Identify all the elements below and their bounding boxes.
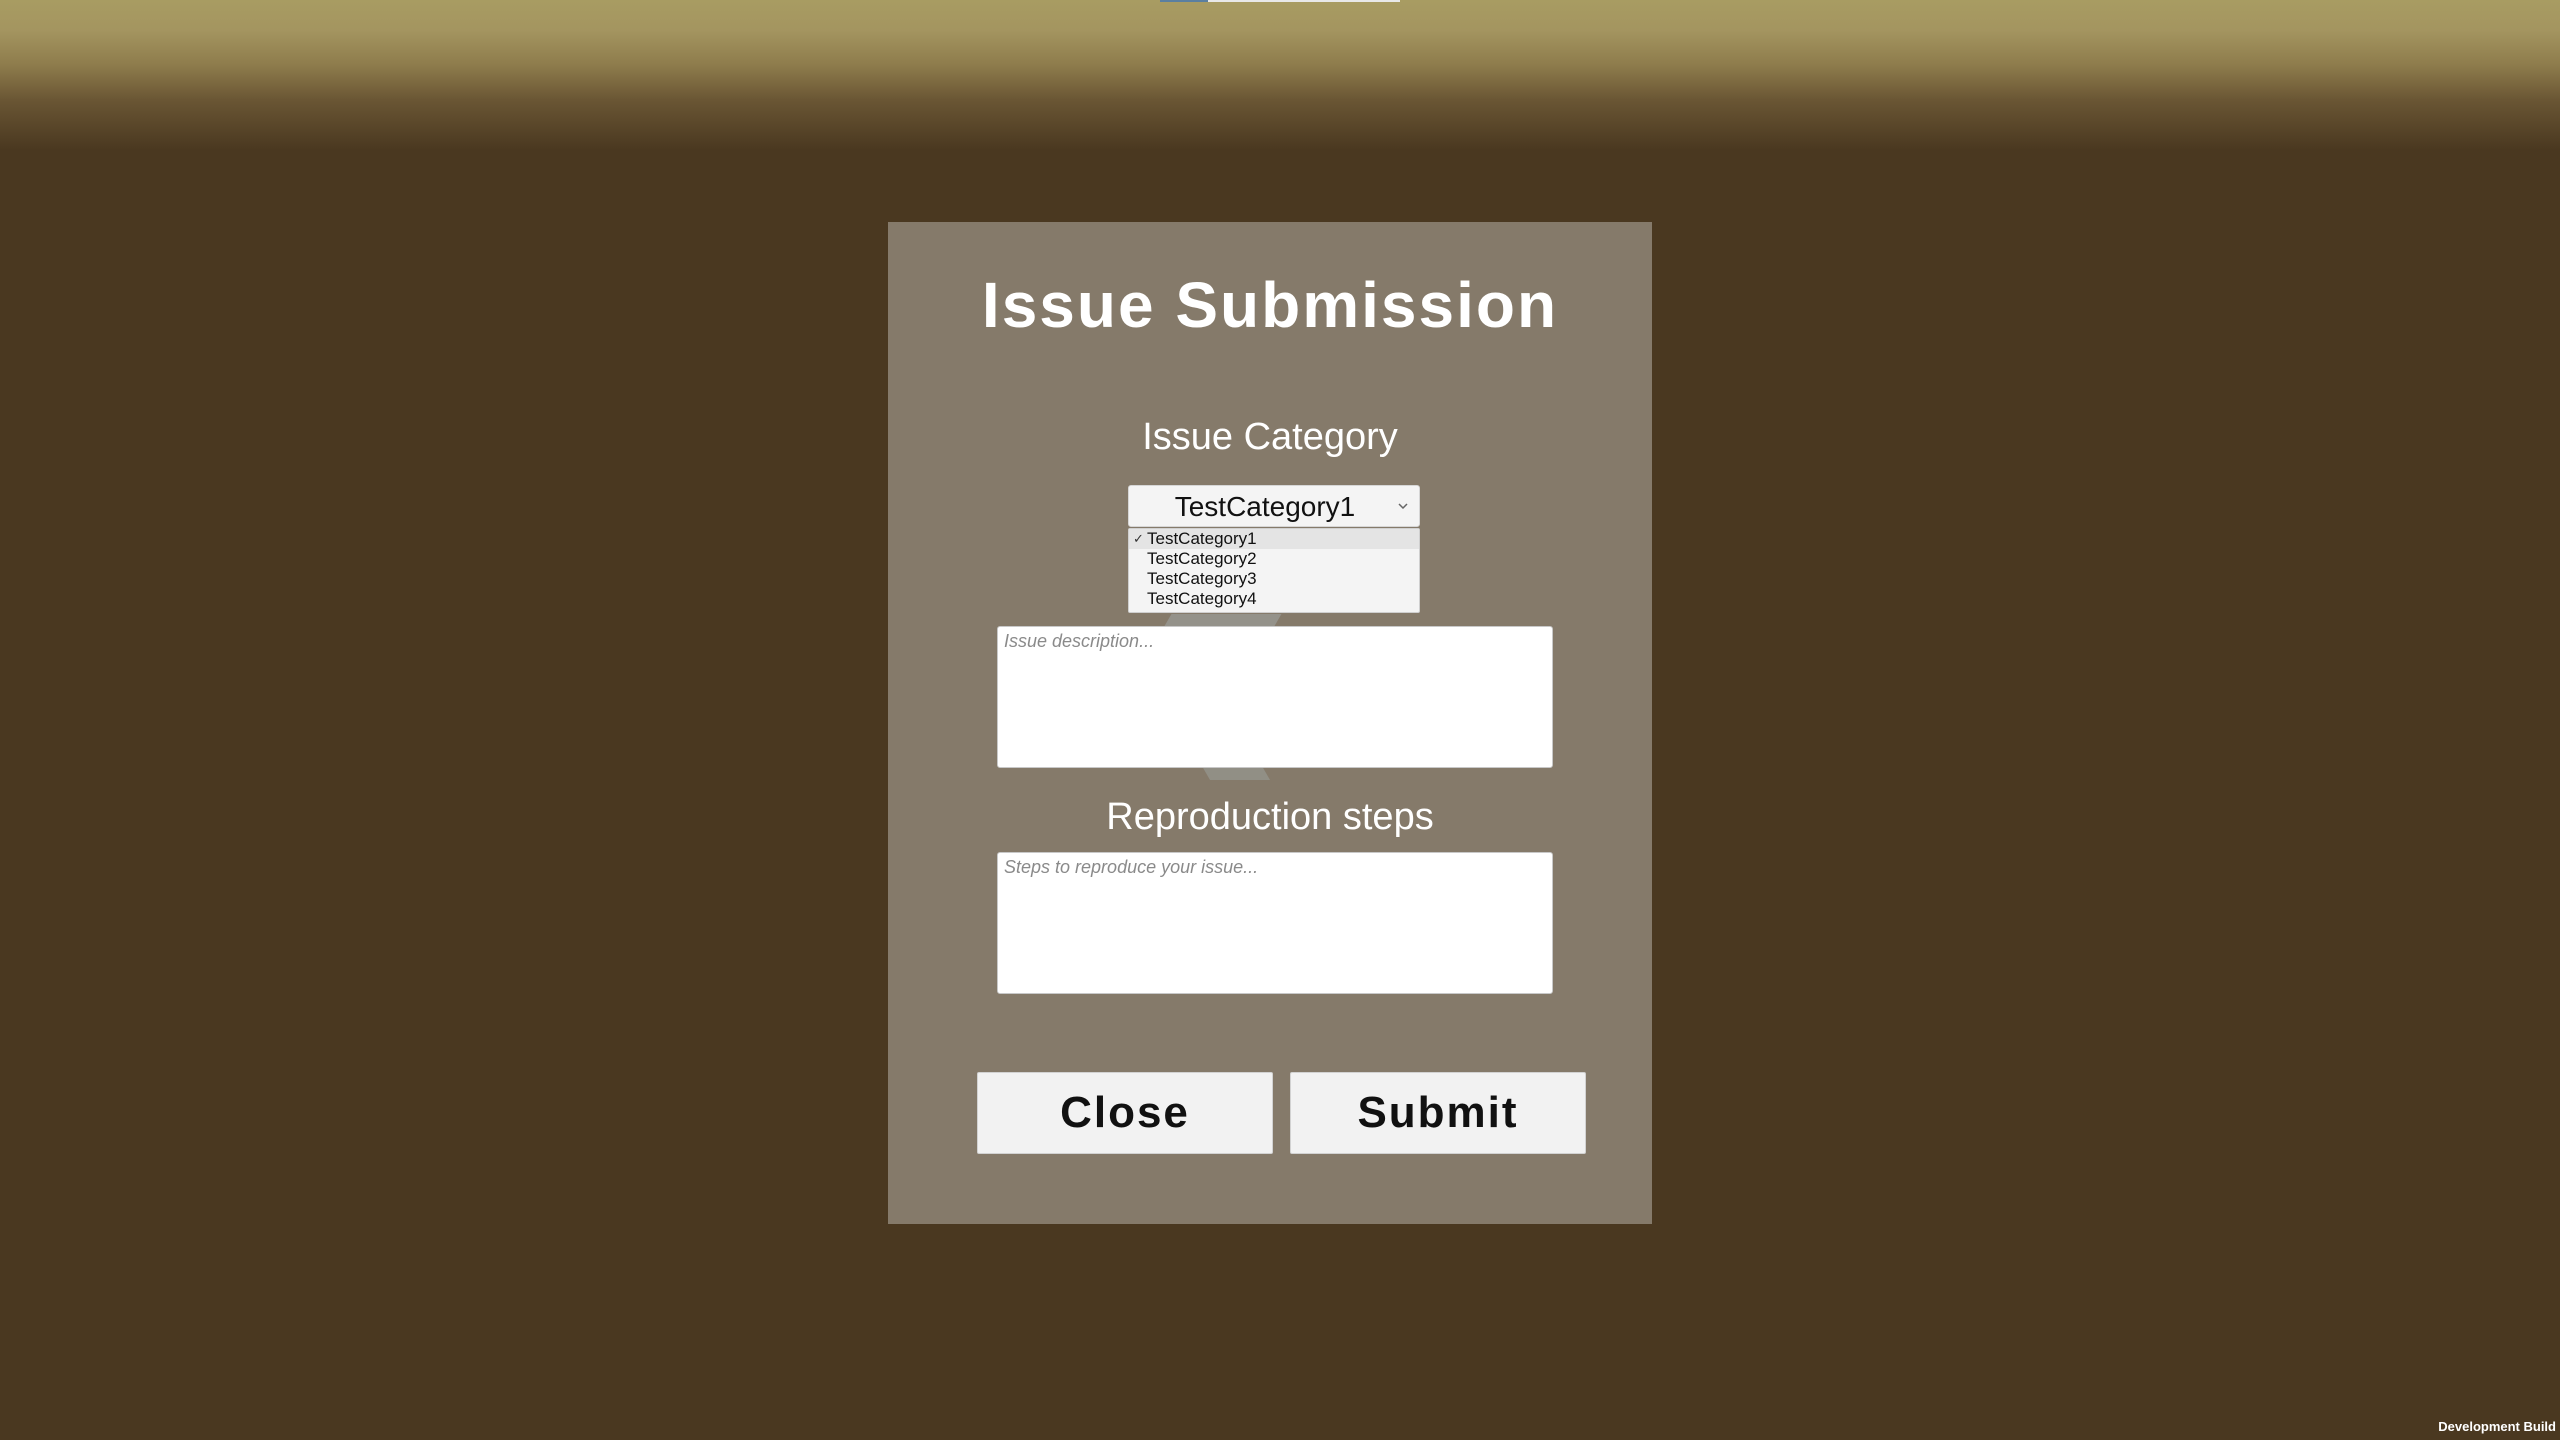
chevron-down-icon	[1398, 503, 1408, 510]
development-build-label: Development Build	[2438, 1419, 2556, 1434]
issue-description-input[interactable]: Issue description...	[997, 626, 1553, 768]
issue-description-placeholder: Issue description...	[1004, 631, 1155, 651]
top-marker	[1160, 0, 1400, 2]
issue-category-selected-value: TestCategory1	[1174, 491, 1356, 522]
issue-submission-dialog: Issue Submission Issue Category TestCate…	[888, 222, 1652, 1224]
checkmark-icon: ✓	[1133, 531, 1144, 546]
close-button[interactable]: Close	[977, 1072, 1273, 1154]
reproduction-steps-input[interactable]: Steps to reproduce your issue...	[997, 852, 1553, 994]
category-option-label: TestCategory1	[1147, 529, 1257, 548]
background-artifact	[1164, 614, 1282, 626]
reproduction-steps-label: Reproduction steps	[1106, 796, 1434, 838]
issue-category-dropdown[interactable]: TestCategory1	[1128, 485, 1420, 527]
issue-category-label: Issue Category	[1142, 416, 1398, 458]
submit-button[interactable]: Submit	[1290, 1072, 1586, 1154]
category-option-label: TestCategory4	[1147, 589, 1257, 608]
category-option[interactable]: ✓ TestCategory1	[1129, 529, 1419, 549]
category-option[interactable]: TestCategory3	[1129, 569, 1419, 589]
background-artifact	[1201, 766, 1271, 780]
issue-category-options-list: ✓ TestCategory1 TestCategory2 TestCatego…	[1128, 528, 1420, 613]
category-option[interactable]: TestCategory4	[1129, 589, 1419, 609]
category-option-label: TestCategory3	[1147, 569, 1257, 588]
dialog-title: Issue Submission	[981, 269, 1559, 341]
category-option[interactable]: TestCategory2	[1129, 549, 1419, 569]
sky-background	[0, 0, 2560, 180]
reproduction-steps-placeholder: Steps to reproduce your issue...	[1004, 857, 1259, 877]
top-marker-accent	[1160, 0, 1208, 2]
category-option-label: TestCategory2	[1147, 549, 1257, 568]
